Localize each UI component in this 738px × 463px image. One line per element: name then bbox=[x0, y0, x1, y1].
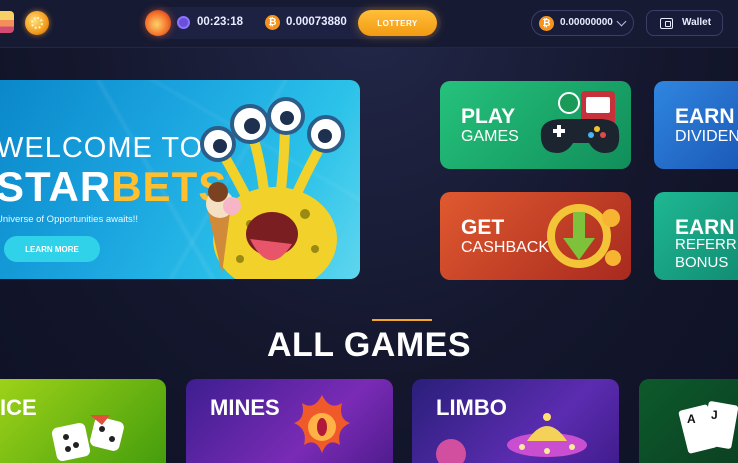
jackpot-timer: 00:23:18 bbox=[197, 16, 244, 28]
top-bar: 00:23:18 ₿ 0.00073880 LOTTERY ₿ 0.000000… bbox=[0, 0, 738, 48]
dice-icon bbox=[51, 415, 124, 462]
fire-jackpot-icon[interactable] bbox=[145, 10, 171, 36]
game-card-blackjack[interactable]: A J bbox=[639, 379, 738, 463]
game-name: LIMBO bbox=[436, 395, 507, 420]
cake-logo-icon[interactable] bbox=[0, 11, 14, 33]
hero-brand-star: STAR bbox=[0, 163, 112, 210]
promo-subtitle: REFERR BONUS bbox=[675, 236, 737, 272]
section-title: ALL GAMES bbox=[266, 326, 472, 364]
alien-mascot-illustration bbox=[200, 97, 345, 279]
game-card-mines[interactable]: MINES bbox=[186, 379, 393, 463]
svg-text:J: J bbox=[711, 408, 718, 422]
promo-title: PLAY bbox=[461, 105, 516, 128]
planet-icon bbox=[436, 439, 466, 463]
game-card-limbo[interactable]: LIMBO bbox=[412, 379, 619, 463]
gamepad-slot-icon bbox=[540, 91, 620, 153]
promo-title: GET bbox=[461, 216, 505, 239]
game-name: MINES bbox=[210, 395, 280, 420]
lottery-button[interactable]: LOTTERY bbox=[358, 10, 437, 36]
wallet-button[interactable]: Wallet bbox=[646, 10, 723, 36]
wheel-bonus-icon[interactable] bbox=[25, 11, 49, 35]
promo-subtitle-line1: REFERR bbox=[675, 236, 737, 253]
playing-cards-icon: A J bbox=[678, 401, 738, 454]
promo-earn-referral[interactable]: EARN REFERR BONUS bbox=[654, 192, 738, 280]
game-name: ICE bbox=[0, 395, 37, 420]
promo-title: EARN bbox=[675, 105, 735, 128]
clock-icon bbox=[177, 16, 190, 29]
bitcoin-icon: ₿ bbox=[539, 16, 554, 31]
game-card-dice[interactable]: ICE bbox=[0, 379, 166, 463]
section-accent-line bbox=[372, 319, 432, 321]
bitcoin-icon: ₿ bbox=[265, 15, 280, 30]
hero-banner[interactable]: WELCOME TO STARBETS Universe of Opportun… bbox=[0, 80, 360, 279]
svg-text:A: A bbox=[687, 412, 696, 426]
promo-subtitle-line2: BONUS bbox=[675, 254, 729, 271]
hero-welcome: WELCOME TO bbox=[0, 132, 204, 164]
promo-earn-dividends[interactable]: EARN DIVIDEN bbox=[654, 81, 738, 169]
balance-dropdown[interactable]: ₿ 0.00000000 bbox=[531, 10, 634, 36]
promo-subtitle: GAMES bbox=[461, 128, 519, 145]
wallet-icon bbox=[660, 18, 673, 29]
learn-more-button[interactable]: LEARN MORE bbox=[4, 236, 100, 262]
promo-subtitle: DIVIDEN bbox=[675, 128, 738, 145]
promo-play-games[interactable]: PLAY GAMES bbox=[440, 81, 631, 169]
cashback-arrow-icon bbox=[547, 204, 621, 268]
promo-get-cashback[interactable]: GET CASHBACK bbox=[440, 192, 631, 280]
chevron-down-icon bbox=[616, 16, 627, 27]
balance-value: 0.00000000 bbox=[560, 17, 613, 28]
wallet-label: Wallet bbox=[682, 17, 712, 28]
jackpot-amount: 0.00073880 bbox=[286, 16, 347, 28]
ufo-icon bbox=[507, 413, 587, 457]
hero-tagline: Universe of Opportunities awaits!! bbox=[0, 214, 139, 225]
mine-bomb-icon bbox=[294, 395, 350, 453]
